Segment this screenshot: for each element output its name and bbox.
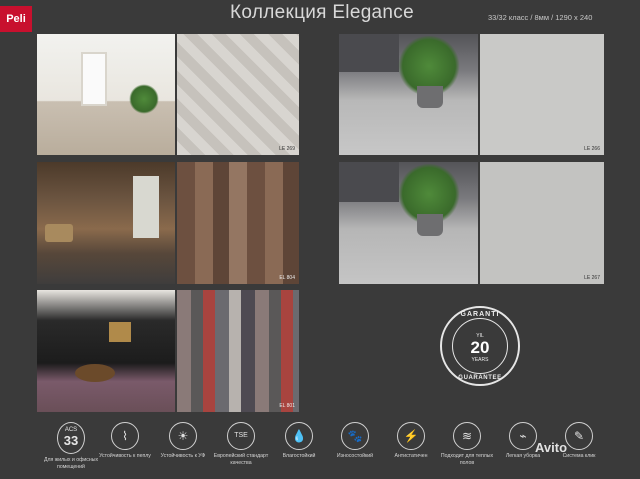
swatch-code: LE 267 bbox=[584, 275, 600, 281]
seal-bottom-text: GUARANTEE bbox=[458, 375, 502, 381]
pot-shape bbox=[417, 86, 443, 108]
water-drop-icon: 💧 bbox=[285, 422, 313, 450]
feature-antistatic: ⚡ Антистатичен bbox=[380, 422, 442, 460]
floor-swatch-le-267: LE 267 bbox=[480, 162, 604, 284]
feature-label: Влагостойкий bbox=[282, 453, 316, 459]
feature-label: Устойчивость к пеплу bbox=[99, 453, 151, 459]
mop-icon: ⌁ bbox=[509, 422, 537, 450]
room-photo-hallway bbox=[37, 34, 175, 155]
sofa-shape bbox=[339, 162, 399, 202]
feature-ash-resistance: ⌇ Устойчивость к пеплу bbox=[94, 422, 156, 460]
swatch-code: EL 801 bbox=[279, 403, 295, 409]
round-chair-shape bbox=[75, 364, 115, 382]
room-photo-concrete-1 bbox=[339, 34, 478, 155]
seal-top-text: GARANTI bbox=[460, 311, 500, 318]
tse-icon: TSE bbox=[227, 422, 255, 450]
door-shape bbox=[81, 52, 107, 106]
feature-acs: ACS 33 Для жилых и офисных помещений bbox=[40, 422, 102, 470]
seal-inner-ring: YIL 20 YEARS bbox=[452, 318, 508, 374]
floor-swatch-le-269: LE 269 bbox=[177, 34, 299, 155]
room-photo-stone-wall bbox=[37, 162, 175, 284]
pencil-icon: ✎ bbox=[565, 422, 593, 450]
feature-moisture: 💧 Влагостойкий bbox=[268, 422, 330, 460]
feature-euro-standard: TSE Европейский стандарт качества bbox=[210, 422, 272, 466]
sun-icon: ☀ bbox=[169, 422, 197, 450]
picture-frame-shape bbox=[109, 322, 131, 342]
feature-label: Для жилых и офисных помещений bbox=[43, 457, 99, 470]
feature-label: Износостойкий bbox=[336, 453, 374, 459]
page-title: Коллекция Elegance bbox=[230, 2, 414, 23]
window-shape bbox=[133, 176, 159, 238]
floor-swatch-le-266: LE 266 bbox=[480, 34, 604, 155]
feature-uv-resistance: ☀ Устойчивость к УФ bbox=[152, 422, 214, 460]
sofa-shape bbox=[339, 34, 399, 72]
spec-text: 33/32 класс / 8мм / 1290 x 240 bbox=[488, 13, 593, 22]
swatch-code: LE 269 bbox=[279, 146, 295, 152]
brand-logo: Peli bbox=[0, 6, 32, 32]
swatch-code: LE 266 bbox=[584, 146, 600, 152]
seal-years-text: YEARS bbox=[471, 357, 489, 363]
lightning-icon: ⚡ bbox=[397, 422, 425, 450]
room-photo-concrete-2 bbox=[339, 162, 478, 284]
seal-number: 20 bbox=[470, 338, 490, 357]
feature-label: Устойчивость к УФ bbox=[160, 453, 206, 459]
heating-icon: ≋ bbox=[453, 422, 481, 450]
room-photo-loft bbox=[37, 290, 175, 412]
plant-shape bbox=[129, 84, 159, 114]
feature-label: Антистатичен bbox=[394, 453, 428, 459]
paw-icon: 🐾 bbox=[341, 422, 369, 450]
feature-label: Подходит для теплых полов bbox=[440, 453, 494, 466]
cigarette-icon: ⌇ bbox=[111, 422, 139, 450]
floor-swatch-el-804: EL 804 bbox=[177, 162, 299, 284]
acs-badge-icon: ACS 33 bbox=[57, 422, 85, 454]
armchair-shape bbox=[45, 224, 73, 242]
avito-watermark: Avito bbox=[535, 440, 568, 455]
pot-shape bbox=[417, 214, 443, 236]
feature-heated-floor: ≋ Подходит для теплых полов bbox=[436, 422, 498, 466]
feature-wear: 🐾 Износостойкий bbox=[324, 422, 386, 460]
swatch-code: EL 804 bbox=[279, 275, 295, 281]
floor-swatch-el-801: EL 801 bbox=[177, 290, 299, 412]
acs-number: 33 bbox=[63, 433, 79, 448]
feature-label: Европейский стандарт качества bbox=[213, 453, 269, 466]
guarantee-seal: GARANTI YIL 20 YEARS GUARANTEE bbox=[440, 306, 520, 386]
